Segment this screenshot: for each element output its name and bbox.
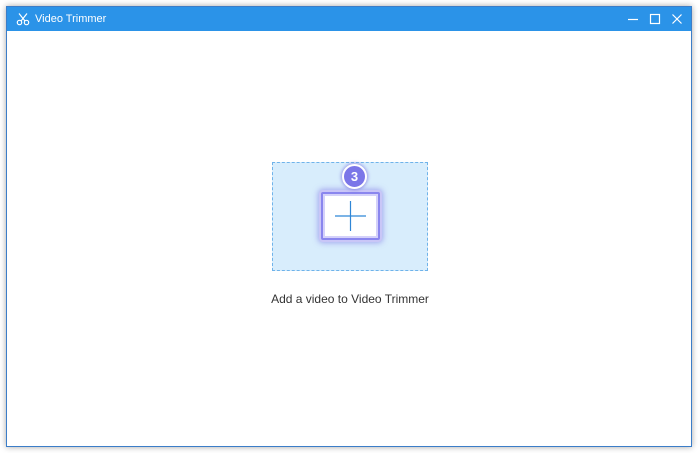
maximize-button[interactable] [647, 11, 663, 27]
title-bar[interactable]: Video Trimmer [7, 7, 691, 31]
minimize-icon [628, 18, 638, 21]
video-trimmer-window: Video Trimmer 3 Add a video to Video Tri… [6, 6, 692, 447]
close-icon [672, 14, 682, 24]
video-drop-zone[interactable]: 3 [272, 162, 428, 271]
minimize-button[interactable] [625, 11, 641, 27]
close-button[interactable] [669, 11, 685, 27]
add-video-button[interactable] [321, 192, 380, 240]
scissors-icon [16, 12, 30, 26]
plus-icon [335, 201, 366, 231]
maximize-icon [649, 13, 661, 25]
step-badge: 3 [342, 164, 367, 189]
window-title: Video Trimmer [35, 13, 107, 25]
add-video-hint: Add a video to Video Trimmer [271, 292, 429, 306]
